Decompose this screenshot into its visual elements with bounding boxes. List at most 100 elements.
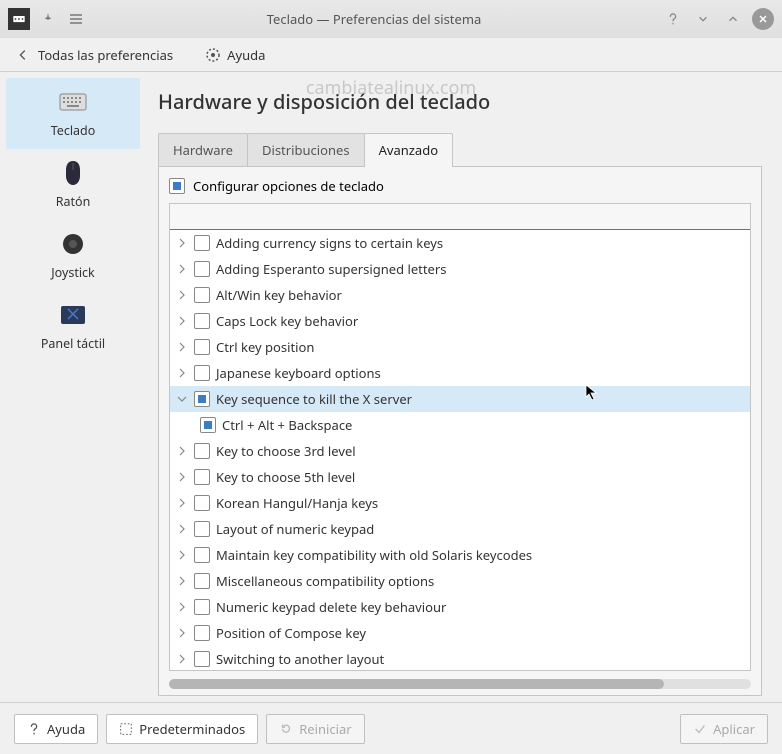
sidebar-item-label: Teclado bbox=[51, 122, 96, 139]
chevron-right-icon[interactable] bbox=[176, 549, 188, 561]
sidebar-item-joystick[interactable]: Joystick bbox=[6, 220, 140, 291]
close-icon[interactable] bbox=[752, 8, 774, 30]
tree-row[interactable]: Layout of numeric keypad bbox=[170, 516, 750, 542]
tree-checkbox[interactable] bbox=[194, 287, 210, 303]
configure-checkbox[interactable] bbox=[169, 178, 185, 194]
tree-row-label: Caps Lock key behavior bbox=[216, 312, 358, 330]
maximize-icon[interactable] bbox=[722, 8, 744, 30]
help-label: Ayuda bbox=[227, 46, 265, 64]
tabs: Hardware Distribuciones Avanzado bbox=[158, 133, 762, 167]
tree-row-label: Miscellaneous compatibility options bbox=[216, 572, 434, 590]
tree-row[interactable]: Ctrl key position bbox=[170, 334, 750, 360]
chevron-right-icon[interactable] bbox=[176, 237, 188, 249]
joystick-icon bbox=[59, 230, 87, 258]
touchpad-icon bbox=[59, 301, 87, 329]
chevron-right-icon[interactable] bbox=[176, 445, 188, 457]
tree-row[interactable]: Numeric keypad delete key behaviour bbox=[170, 594, 750, 620]
reset-button: Reiniciar bbox=[266, 714, 364, 744]
back-button[interactable]: Todas las preferencias bbox=[8, 42, 181, 68]
tree-checkbox[interactable] bbox=[194, 469, 210, 485]
chevron-right-icon[interactable] bbox=[176, 601, 188, 613]
apply-button-label: Aplicar bbox=[713, 720, 755, 738]
pin-icon[interactable] bbox=[38, 9, 58, 29]
sidebar-item-teclado[interactable]: Teclado bbox=[6, 78, 140, 149]
tree-row[interactable]: Adding currency signs to certain keys bbox=[170, 230, 750, 256]
tree-row-label: Layout of numeric keypad bbox=[216, 520, 374, 538]
keyboard-icon bbox=[59, 88, 87, 116]
configure-option-row: Configurar opciones de teclado bbox=[159, 167, 761, 203]
defaults-button[interactable]: Predeterminados bbox=[106, 714, 258, 744]
tree-checkbox[interactable] bbox=[194, 573, 210, 589]
tree-checkbox[interactable] bbox=[194, 495, 210, 511]
scrollbar-thumb[interactable] bbox=[169, 679, 664, 689]
chevron-right-icon[interactable] bbox=[176, 315, 188, 327]
chevron-right-icon[interactable] bbox=[176, 263, 188, 275]
chevron-down-icon[interactable] bbox=[176, 393, 188, 405]
options-tree[interactable]: Adding currency signs to certain keys Add… bbox=[169, 203, 751, 671]
sidebar-item-label: Panel táctil bbox=[41, 335, 105, 352]
chevron-right-icon[interactable] bbox=[176, 575, 188, 587]
minimize-icon[interactable] bbox=[692, 8, 714, 30]
tree-checkbox[interactable] bbox=[194, 391, 210, 407]
tree-row[interactable]: Key to choose 3rd level bbox=[170, 438, 750, 464]
tree-row[interactable]: Maintain key compatibility with old Sola… bbox=[170, 542, 750, 568]
tree-header bbox=[170, 204, 750, 230]
horizontal-scrollbar[interactable] bbox=[169, 679, 751, 689]
tree-checkbox[interactable] bbox=[194, 443, 210, 459]
hamburger-icon[interactable] bbox=[66, 9, 86, 29]
tree-row-label: Key to choose 5th level bbox=[216, 468, 355, 486]
tab-panel-avanzado: Configurar opciones de teclado Adding cu… bbox=[158, 167, 762, 696]
tree-row-label: Korean Hangul/Hanja keys bbox=[216, 494, 378, 512]
help-button-footer[interactable]: Ayuda bbox=[14, 714, 98, 744]
window-title: Teclado — Preferencias del sistema bbox=[94, 10, 654, 28]
tree-row-label: Switching to another layout bbox=[216, 650, 384, 668]
chevron-right-icon[interactable] bbox=[176, 471, 188, 483]
tree-checkbox[interactable] bbox=[200, 417, 216, 433]
footer: Ayuda Predeterminados Reiniciar Aplicar bbox=[0, 702, 782, 754]
help-icon[interactable] bbox=[662, 8, 684, 30]
tree-row[interactable]: Adding Esperanto supersigned letters bbox=[170, 256, 750, 282]
tab-hardware[interactable]: Hardware bbox=[158, 133, 248, 166]
tree-child-row[interactable]: Ctrl + Alt + Backspace bbox=[170, 412, 750, 438]
reset-button-label: Reiniciar bbox=[299, 720, 351, 738]
tree-row-label: Japanese keyboard options bbox=[216, 364, 381, 382]
sidebar-item-label: Ratón bbox=[56, 193, 91, 210]
titlebar: Teclado — Preferencias del sistema bbox=[0, 0, 782, 38]
chevron-right-icon[interactable] bbox=[176, 497, 188, 509]
tree-row[interactable]: Key to choose 5th level bbox=[170, 464, 750, 490]
tree-checkbox[interactable] bbox=[194, 313, 210, 329]
tree-checkbox[interactable] bbox=[194, 625, 210, 641]
tree-row-label: Adding Esperanto supersigned letters bbox=[216, 260, 447, 278]
chevron-right-icon[interactable] bbox=[176, 523, 188, 535]
sidebar-item-raton[interactable]: Ratón bbox=[6, 149, 140, 220]
tree-row[interactable]: Japanese keyboard options bbox=[170, 360, 750, 386]
tree-row[interactable]: Alt/Win key behavior bbox=[170, 282, 750, 308]
tree-row[interactable]: Switching to another layout bbox=[170, 646, 750, 671]
mouse-icon bbox=[59, 159, 87, 187]
tree-checkbox[interactable] bbox=[194, 599, 210, 615]
tree-checkbox[interactable] bbox=[194, 521, 210, 537]
tree-checkbox[interactable] bbox=[194, 651, 210, 667]
chevron-right-icon[interactable] bbox=[176, 341, 188, 353]
help-button[interactable]: Ayuda bbox=[197, 42, 273, 68]
tree-row[interactable]: Key sequence to kill the X server bbox=[170, 386, 750, 412]
chevron-right-icon[interactable] bbox=[176, 627, 188, 639]
back-label: Todas las preferencias bbox=[38, 46, 173, 64]
tree-row[interactable]: Miscellaneous compatibility options bbox=[170, 568, 750, 594]
tree-checkbox[interactable] bbox=[194, 235, 210, 251]
chevron-right-icon[interactable] bbox=[176, 367, 188, 379]
chevron-right-icon[interactable] bbox=[176, 653, 188, 665]
tree-row[interactable]: Position of Compose key bbox=[170, 620, 750, 646]
tree-row-label: Maintain key compatibility with old Sola… bbox=[216, 546, 532, 564]
tab-avanzado[interactable]: Avanzado bbox=[364, 133, 454, 166]
tab-distribuciones[interactable]: Distribuciones bbox=[247, 133, 365, 166]
sidebar-item-panel-tactil[interactable]: Panel táctil bbox=[6, 291, 140, 362]
tree-checkbox[interactable] bbox=[194, 547, 210, 563]
chevron-right-icon[interactable] bbox=[176, 289, 188, 301]
tree-row[interactable]: Korean Hangul/Hanja keys bbox=[170, 490, 750, 516]
tree-checkbox[interactable] bbox=[194, 261, 210, 277]
toolbar: Todas las preferencias Ayuda bbox=[0, 38, 782, 72]
tree-checkbox[interactable] bbox=[194, 339, 210, 355]
tree-row[interactable]: Caps Lock key behavior bbox=[170, 308, 750, 334]
tree-checkbox[interactable] bbox=[194, 365, 210, 381]
